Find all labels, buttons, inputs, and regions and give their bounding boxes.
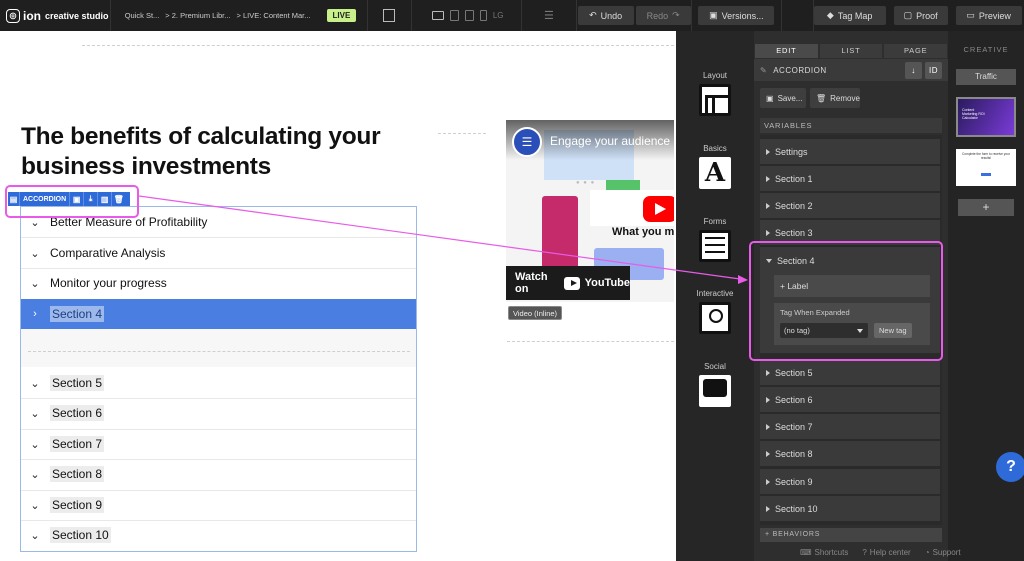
annotation-arrow [138, 195, 748, 284]
arrow-line [138, 195, 741, 280]
arrow-head [738, 275, 748, 284]
